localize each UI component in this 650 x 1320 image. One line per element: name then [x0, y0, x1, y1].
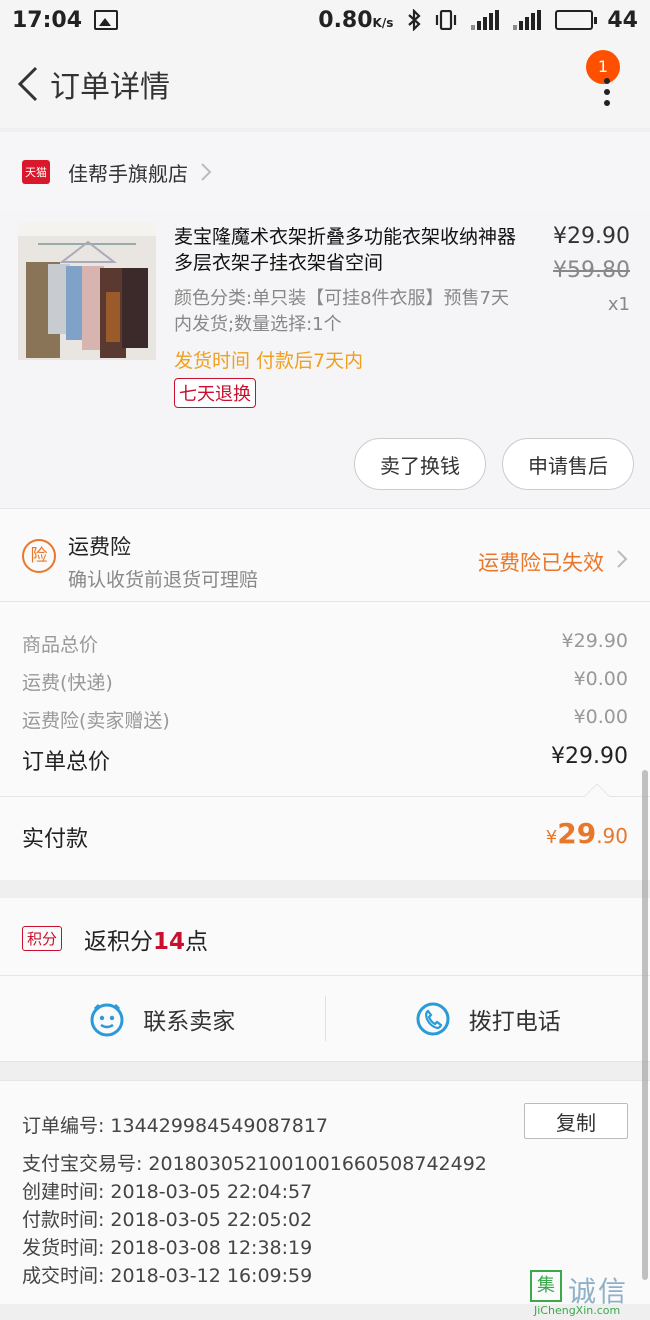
- product-original-price: ¥59.80: [553, 258, 630, 283]
- phone-icon: [415, 1001, 451, 1037]
- more-vertical-icon: [604, 78, 610, 111]
- call-phone-label: 拨打电话: [468, 1008, 561, 1035]
- product-title[interactable]: 麦宝隆魔术衣架折叠多功能衣架收纳神器多层衣架子挂衣架省空间: [174, 224, 524, 276]
- battery-percent: 44: [607, 7, 638, 33]
- chat-face-icon: [89, 1001, 125, 1037]
- shipping-insurance-row[interactable]: 险 运费险 确认收货前退货可理赔 运费险已失效: [0, 508, 650, 602]
- chevron-right-icon: [617, 550, 628, 568]
- battery-icon: [555, 10, 598, 30]
- tmall-icon: 天猫: [22, 160, 50, 184]
- paid-time-row: 付款时间: 2018-03-05 22:05:02: [22, 1209, 313, 1231]
- price-row-label: 商品总价: [22, 634, 99, 656]
- paid-amount-row: 实付款 ¥29.90: [0, 783, 650, 880]
- alipay-trade-row: 支付宝交易号: 2018030521001001660508742492: [22, 1153, 487, 1175]
- points-text: 返积分14点: [84, 929, 209, 955]
- shop-section: 天猫 佳帮手旗舰店 麦宝隆魔术衣架折叠多功能衣架收纳神器多层衣架子挂衣架省空间 …: [0, 132, 650, 508]
- copy-order-number-button[interactable]: 复制: [524, 1103, 628, 1139]
- insurance-icon: 险: [22, 539, 56, 573]
- price-row: 运费(快递) ¥0.00: [22, 668, 628, 695]
- shop-name: 佳帮手旗舰店: [68, 161, 188, 186]
- product-sku: 颜色分类:单只装【可挂8件衣服】预售7天内发货;数量选择:1个: [174, 288, 509, 335]
- deal-time-row: 成交时间: 2018-03-12 16:09:59: [22, 1265, 313, 1287]
- watermark: 集 诚信 JiChengXin.com: [526, 1268, 646, 1318]
- contact-seller-button[interactable]: 联系卖家: [0, 976, 325, 1061]
- status-bar: 17:04 0.80K/s 44: [0, 0, 650, 40]
- signal-4g-icon: [513, 10, 542, 30]
- notification-badge: 1: [586, 50, 620, 84]
- product-ship-time: 发货时间 付款后7天内: [174, 350, 364, 372]
- order-total-label: 订单总价: [22, 750, 111, 775]
- price-row: 运费险(卖家赠送) ¥0.00: [22, 706, 628, 733]
- signal-icon: [471, 10, 500, 30]
- insurance-title: 运费险: [68, 535, 131, 559]
- order-total-value: ¥29.90: [551, 744, 628, 769]
- paid-value: ¥29.90: [545, 817, 628, 850]
- contact-bar: 联系卖家 拨打电话: [0, 976, 650, 1062]
- price-row-value: ¥0.00: [573, 706, 628, 728]
- vibrate-icon: [436, 10, 457, 30]
- price-row-value: ¥29.90: [561, 630, 628, 652]
- product-thumbnail[interactable]: [18, 222, 156, 360]
- page-title: 订单详情: [50, 70, 170, 105]
- contact-seller-label: 联系卖家: [143, 1008, 236, 1035]
- return-policy-tag: 七天退换: [174, 378, 256, 408]
- order-number-row: 订单编号: 134429984549087817: [22, 1115, 328, 1137]
- call-phone-button[interactable]: 拨打电话: [326, 976, 650, 1061]
- created-time-row: 创建时间: 2018-03-05 22:04:57: [22, 1181, 313, 1203]
- scrollbar[interactable]: [642, 770, 648, 1280]
- paid-label: 实付款: [22, 827, 89, 852]
- status-time: 17:04: [12, 7, 83, 33]
- price-row-label: 运费险(卖家赠送): [22, 710, 170, 732]
- sell-button[interactable]: 卖了换钱: [354, 438, 486, 490]
- product-item[interactable]: 麦宝隆魔术衣架折叠多功能衣架收纳神器多层衣架子挂衣架省空间 颜色分类:单只装【可…: [0, 212, 650, 508]
- points-amount: 14: [153, 929, 186, 955]
- back-arrow-icon[interactable]: [8, 54, 48, 114]
- insurance-status: 运费险已失效: [478, 551, 604, 575]
- points-tag: 积分: [22, 926, 63, 951]
- product-price: ¥29.90: [553, 224, 630, 249]
- shipped-time-row: 发货时间: 2018-03-08 12:38:19: [22, 1237, 313, 1259]
- product-quantity: x1: [607, 294, 630, 315]
- shop-row[interactable]: 天猫 佳帮手旗舰店: [0, 132, 650, 212]
- price-row-value: ¥0.00: [573, 668, 628, 690]
- image-notification-icon: [94, 10, 119, 30]
- order-total-row: 订单总价 ¥29.90: [22, 744, 628, 776]
- watermark-logo: 集: [530, 1270, 562, 1302]
- nav-bar: 订单详情 1: [0, 40, 650, 128]
- points-row: 积分 返积分14点: [0, 898, 650, 976]
- price-summary: 商品总价 ¥29.90 运费(快递) ¥0.00 运费险(卖家赠送) ¥0.00…: [0, 602, 650, 796]
- after-sale-button[interactable]: 申请售后: [502, 438, 634, 490]
- price-row: 商品总价 ¥29.90: [22, 630, 628, 657]
- insurance-subtitle: 确认收货前退货可理赔: [68, 569, 259, 591]
- chevron-right-icon: [201, 163, 212, 181]
- net-speed: 0.80K/s: [318, 7, 394, 33]
- watermark-url: JiChengXin.com: [534, 1304, 621, 1317]
- bluetooth-icon: [408, 9, 421, 31]
- price-row-label: 运费(快递): [22, 672, 113, 694]
- more-menu-button[interactable]: 1: [586, 44, 632, 114]
